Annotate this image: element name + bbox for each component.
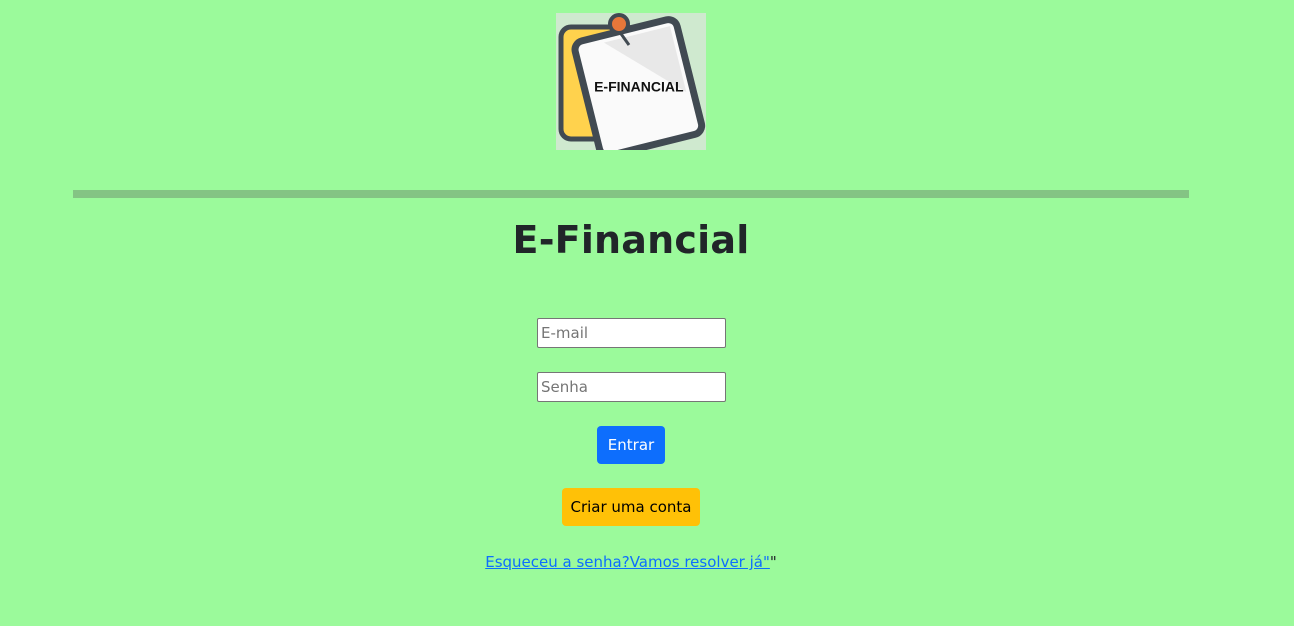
create-account-button[interactable]: Criar uma conta bbox=[562, 488, 700, 526]
password-input[interactable] bbox=[537, 372, 726, 402]
login-button[interactable]: Entrar bbox=[597, 426, 665, 464]
app-logo: E-FINANCIAL bbox=[556, 13, 706, 150]
stray-quote-text: " bbox=[769, 553, 777, 571]
logo-text: E-FINANCIAL bbox=[594, 79, 684, 95]
forgot-password-row: Esqueceu a senha?Vamos resolver já"" bbox=[0, 552, 1262, 572]
page-title: E-Financial bbox=[512, 218, 750, 262]
header-divider bbox=[73, 190, 1189, 198]
email-input[interactable] bbox=[537, 318, 726, 348]
sticky-note-logo-icon: E-FINANCIAL bbox=[556, 13, 706, 150]
forgot-password-link[interactable]: Esqueceu a senha?Vamos resolver já" bbox=[485, 553, 770, 571]
